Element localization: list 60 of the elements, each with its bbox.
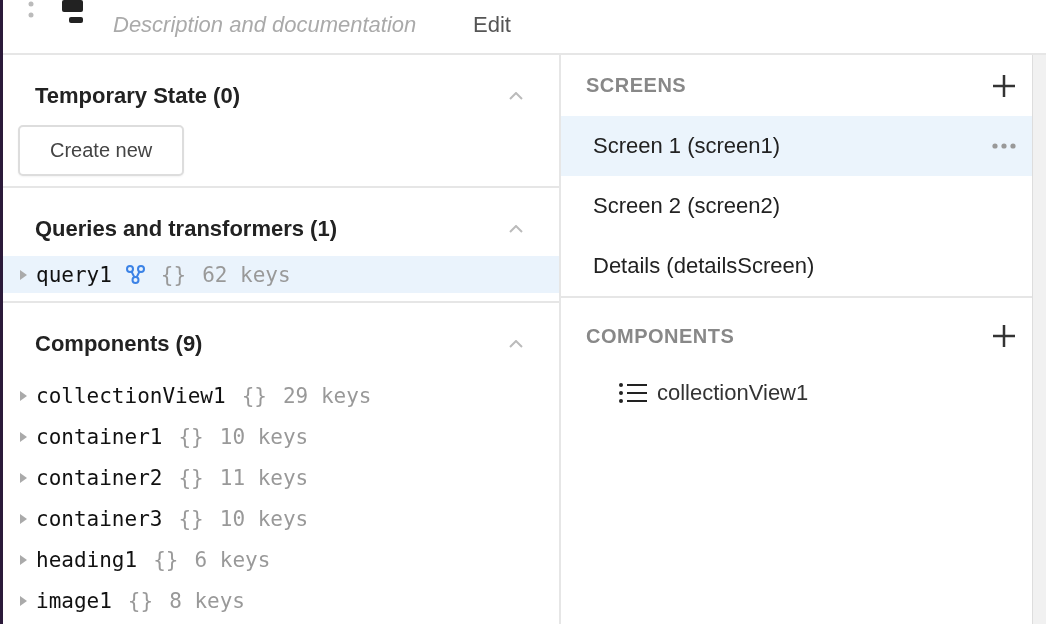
key-count: 29 keys (282, 383, 372, 408)
item-name: image1 (36, 588, 112, 613)
app-icon (62, 0, 83, 24)
section-title: Queries and transformers (1) (35, 216, 337, 242)
branch-icon (125, 265, 145, 284)
expand-arrow-icon[interactable] (20, 269, 27, 280)
screen-label: Screen 1 (screen1) (593, 133, 781, 159)
description-field[interactable]: Description and documentation (113, 12, 463, 38)
item-name: query1 (36, 262, 112, 287)
tree-row[interactable]: heading1 {} 6 keys (3, 539, 559, 580)
item-name: container2 (36, 465, 163, 490)
screen-item[interactable]: Screen 1 (screen1) (561, 116, 1032, 176)
create-new-button[interactable]: Create new (18, 125, 185, 176)
key-count: 62 keys (202, 262, 291, 287)
section-title: COMPONENTS (586, 324, 735, 348)
brace-symbol: {} (160, 262, 187, 287)
section-title: Temporary State (0) (35, 83, 240, 109)
brace-symbol: {} (153, 547, 179, 572)
screen-item[interactable]: Details (detailsScreen) (561, 236, 1032, 296)
brace-symbol: {} (127, 588, 154, 613)
tree-row[interactable]: collectionView1 {} 29 keys (3, 375, 559, 416)
expand-arrow-icon[interactable] (20, 595, 27, 606)
section-title: Components (9) (35, 331, 203, 357)
more-icon[interactable] (992, 143, 1016, 149)
tree-row[interactable]: container1 {} 10 keys (3, 416, 559, 457)
screen-item[interactable]: Screen 2 (screen2) (561, 176, 1032, 236)
brace-symbol: {} (241, 383, 267, 408)
chevron-icon[interactable] (509, 225, 523, 233)
item-name: container3 (36, 506, 163, 531)
expand-arrow-icon[interactable] (20, 513, 27, 524)
add-icon[interactable] (992, 73, 1016, 98)
key-count: 11 keys (219, 465, 309, 490)
item-name: heading1 (36, 547, 138, 572)
expand-arrow-icon[interactable] (20, 431, 27, 442)
key-count: 8 keys (169, 588, 245, 613)
list-icon (619, 382, 647, 404)
key-count: 6 keys (194, 547, 271, 572)
expand-arrow-icon[interactable] (20, 472, 27, 483)
edit-link[interactable]: Edit (473, 12, 511, 38)
add-icon[interactable] (992, 324, 1016, 348)
brace-symbol: {} (178, 465, 204, 490)
screen-label: Screen 2 (screen2) (593, 193, 781, 219)
expand-arrow-icon[interactable] (20, 554, 27, 565)
drag-handle-icon[interactable] (28, 0, 34, 18)
tree-row[interactable]: image1 {} 8 keys (3, 580, 559, 621)
key-count: 10 keys (219, 506, 309, 531)
chevron-icon[interactable] (509, 340, 523, 348)
screen-label: Details (detailsScreen) (593, 253, 815, 279)
key-count: 10 keys (219, 424, 309, 449)
tree-row[interactable]: query1 {} 62 keys (3, 256, 559, 293)
chevron-icon[interactable] (509, 92, 523, 100)
tree-row[interactable]: container3 {} 10 keys (3, 498, 559, 539)
component-name[interactable]: collectionView1 (657, 380, 809, 406)
section-title: SCREENS (586, 74, 687, 97)
brace-symbol: {} (178, 506, 204, 531)
expand-arrow-icon[interactable] (20, 390, 27, 401)
item-name: collectionView1 (36, 383, 226, 408)
tree-row[interactable]: container2 {} 11 keys (3, 457, 559, 498)
item-name: container1 (36, 424, 163, 449)
brace-symbol: {} (178, 424, 204, 449)
